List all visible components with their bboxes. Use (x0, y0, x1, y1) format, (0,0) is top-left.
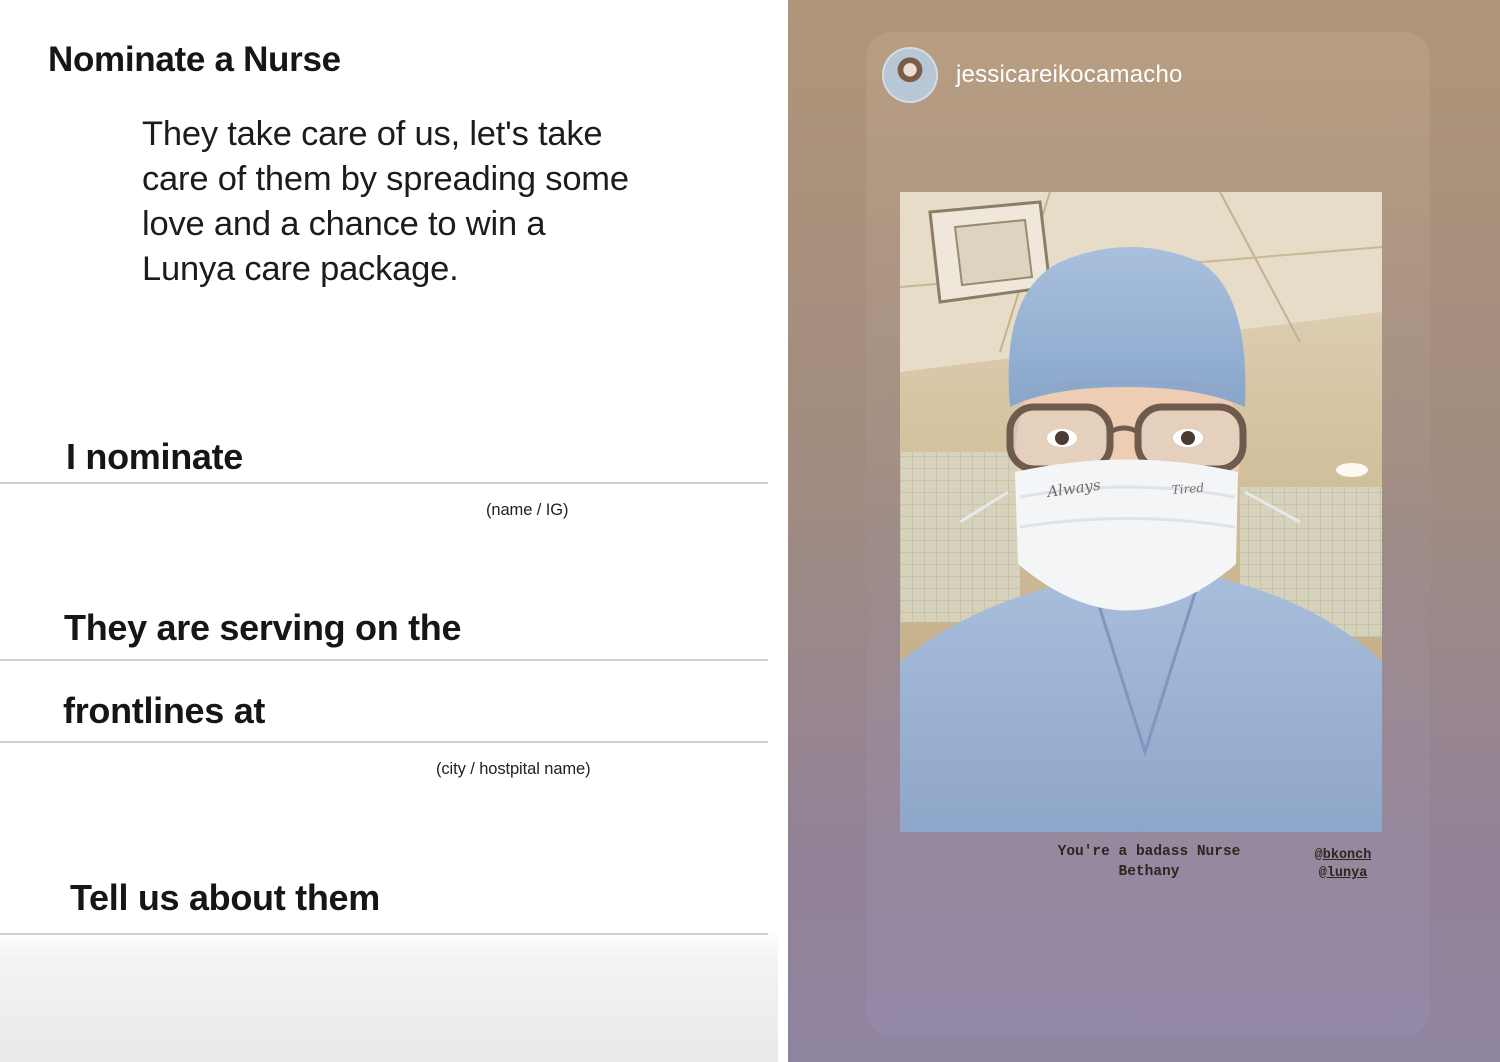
intro-line: They take care of us, let's take (142, 115, 603, 153)
intro-line: Lunya care package. (142, 250, 459, 288)
serving-underline-2 (0, 741, 768, 743)
form-intro: They take care of us, let's take care of… (142, 112, 722, 292)
nomination-form-panel: Nominate a Nurse They take care of us, l… (0, 0, 778, 1062)
story-caption: You're a badass Nurse Bethany (1026, 842, 1272, 882)
selfie-illustration: Always Tired (900, 192, 1382, 832)
serving-underline-1 (0, 659, 768, 661)
mention-bkonch[interactable]: @bkonch (1298, 847, 1388, 865)
nominate-underline (0, 482, 768, 484)
serving-hint: (city / hostpital name) (436, 760, 591, 778)
story-panel: jessicareikocamacho Always Tired You're … (788, 0, 1500, 1062)
mask-text-right: Tired (1171, 481, 1205, 497)
intro-line: love and a chance to win a (142, 205, 546, 243)
story-mentions: @bkonch @lunya (1298, 847, 1388, 883)
tell-us-underline (0, 933, 768, 935)
tell-us-input[interactable] (0, 860, 768, 934)
form-title: Nominate a Nurse (48, 40, 341, 79)
nominate-input[interactable] (0, 420, 768, 482)
panel-divider (778, 0, 788, 1062)
avatar[interactable] (882, 47, 938, 103)
mention-lunya[interactable]: @lunya (1298, 865, 1388, 883)
caption-line: Bethany (1118, 864, 1180, 880)
nominate-hint: (name / IG) (486, 501, 569, 519)
intro-line: care of them by spreading some (142, 160, 629, 198)
selfie-photo: Always Tired (900, 192, 1382, 832)
serving-input-line-2[interactable] (0, 672, 768, 742)
story-username[interactable]: jessicareikocamacho (956, 61, 1183, 89)
caption-line: You're a badass Nurse (1057, 844, 1241, 860)
serving-input-line-1[interactable] (0, 592, 768, 660)
story-card: jessicareikocamacho Always Tired You're … (866, 32, 1430, 1036)
